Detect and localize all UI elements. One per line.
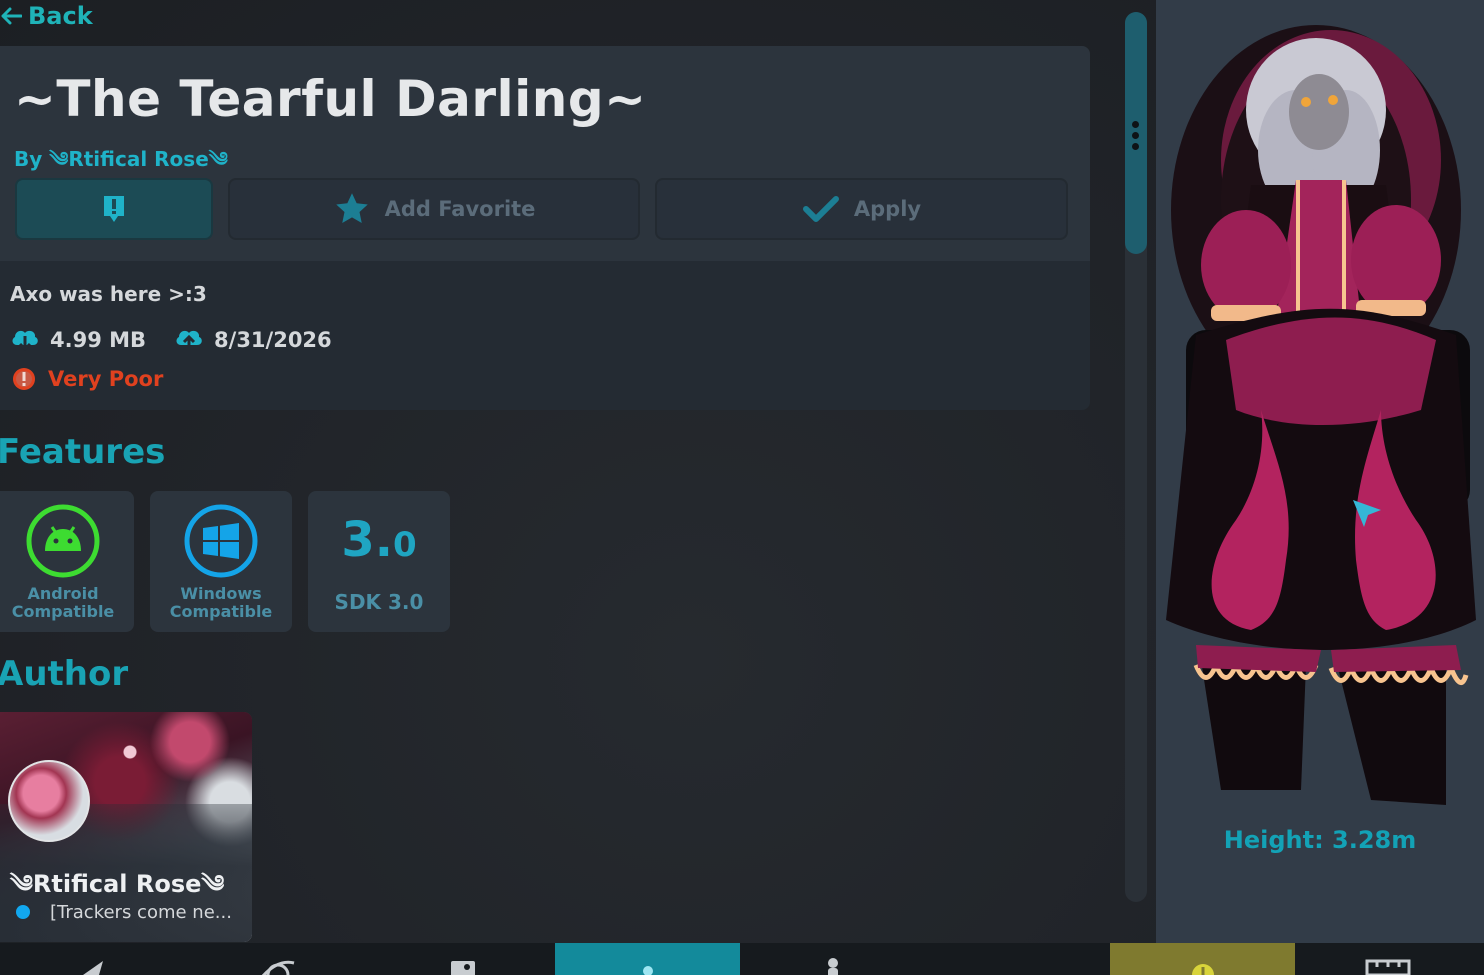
windows-icon — [184, 504, 258, 578]
nav-item-plus[interactable] — [1110, 943, 1295, 975]
add-favorite-button[interactable]: Add Favorite — [228, 178, 640, 240]
nav-item-safety[interactable] — [925, 943, 1110, 975]
warning-circle-icon — [13, 368, 35, 390]
nav-item-worlds[interactable] — [185, 943, 370, 975]
apply-label: Apply — [853, 197, 922, 221]
cloud-upload-icon — [176, 330, 202, 351]
nav-item-avatars[interactable] — [555, 943, 740, 975]
android-icon — [26, 504, 100, 578]
paper-plane-icon — [82, 961, 103, 975]
feature-sdk: 3.0 SDK 3.0 — [308, 491, 450, 632]
author-status: [Trackers come ne... — [16, 900, 232, 924]
feature-windows: Windows Compatible — [150, 491, 292, 632]
feature-android: Android Compatible — [0, 491, 134, 632]
windows-compatible-label: Windows Compatible — [169, 584, 273, 621]
cloud-download-icon — [12, 330, 38, 352]
arrow-left-icon — [1, 7, 22, 25]
author-avatar — [8, 760, 90, 842]
ruler-icon — [1365, 959, 1410, 975]
author-heading: Author — [0, 654, 129, 694]
nav-item-social[interactable] — [370, 943, 555, 975]
nav-item-launch[interactable] — [0, 943, 185, 975]
planet-icon — [261, 960, 294, 975]
scrollbar-grip-icon — [1132, 121, 1140, 154]
avatar-height-label: Height: 3.28m — [1223, 826, 1417, 854]
apply-button[interactable]: Apply — [655, 178, 1068, 240]
star-icon — [335, 193, 368, 223]
avatar-preview-panel[interactable]: Height: 3.28m — [1156, 0, 1484, 943]
id-card-icon — [450, 961, 475, 975]
back-label: Back — [28, 2, 93, 30]
avatar-description: Axo was here >:3 — [10, 282, 207, 306]
avatar-3d-model[interactable] — [1156, 0, 1484, 820]
online-status-dot — [16, 905, 30, 919]
updated-date: 8/31/2026 — [214, 328, 332, 352]
checkmark-icon — [802, 196, 839, 222]
report-button[interactable] — [15, 178, 213, 240]
nav-item-profile[interactable] — [740, 943, 925, 975]
file-size: 4.99 MB — [50, 328, 147, 352]
sdk-version-label: SDK 3.0 — [334, 590, 424, 614]
author-status-text: [Trackers come ne... — [50, 901, 232, 923]
main-panel: Back ~The Tearful Darling~ By ༄Rtifical … — [0, 0, 1156, 943]
person-icon — [827, 958, 838, 975]
plus-circle-icon — [1191, 964, 1214, 975]
exclamation-icon — [104, 196, 124, 222]
avatar-title: ~The Tearful Darling~ — [14, 70, 647, 128]
back-button[interactable]: Back — [0, 0, 93, 32]
nav-item-settings[interactable] — [1295, 943, 1480, 975]
performance-label: Very Poor — [48, 367, 164, 391]
bottom-nav-bar — [0, 943, 1484, 975]
android-compatible-label: Android Compatible — [11, 584, 115, 621]
add-favorite-label: Add Favorite — [384, 197, 536, 221]
features-heading: Features — [0, 432, 166, 472]
avatar-meta-row: 4.99 MB 8/31/2026 — [10, 325, 332, 355]
avatar-icon — [642, 966, 653, 975]
performance-rating: Very Poor — [12, 366, 163, 392]
sdk-version-big: 3.0 — [341, 512, 417, 568]
